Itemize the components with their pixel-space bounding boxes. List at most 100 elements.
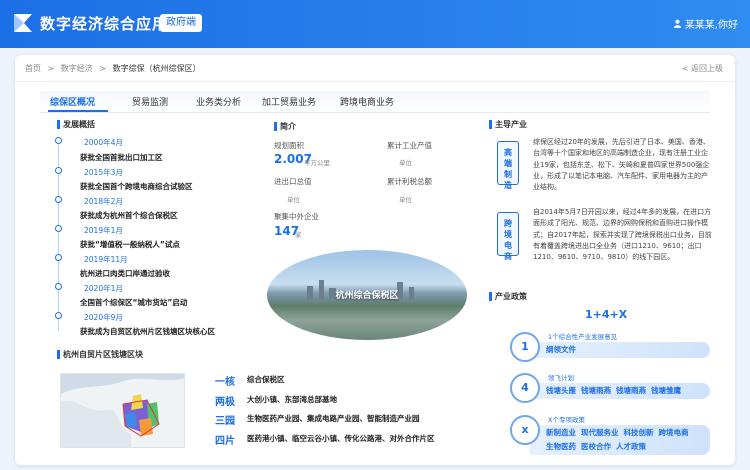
tab-cross-border-ecommerce[interactable]: 跨境电商业务 xyxy=(340,95,394,108)
policy-items: 生物医药 医校合作 人才政策 xyxy=(546,441,651,452)
breadcrumb-digital-economy[interactable]: 数字经济 xyxy=(61,64,93,73)
policy-item[interactable]: 医校合作 xyxy=(581,442,611,451)
policy-subtitle: X个专项政策 xyxy=(548,416,585,424)
divider xyxy=(15,81,735,82)
breadcrumb-separator: > xyxy=(47,64,55,73)
industry-badge-ecommerce: 跨境电商 xyxy=(497,212,519,261)
tab-business-analysis[interactable]: 业务类分析 xyxy=(196,95,241,108)
timeline-text: 杭州进口肉类口岸通过验收 xyxy=(80,269,170,278)
map-graphic xyxy=(61,374,184,447)
tab-trade-monitoring[interactable]: 贸易监测 xyxy=(132,95,168,108)
user-greeting[interactable]: 某某某,你好 xyxy=(673,16,738,31)
layout-key: 三园 xyxy=(215,416,235,427)
timeline-dot xyxy=(55,312,62,319)
stat-label-import-export: 进出口总值 xyxy=(274,177,312,186)
stat-unit-enterprises: 家 xyxy=(295,231,302,239)
timeline-dot xyxy=(55,254,62,261)
policy-item[interactable]: 现代服务业 xyxy=(581,428,619,437)
tab-active-indicator xyxy=(48,110,108,112)
layout-key: 四片 xyxy=(215,436,235,447)
industry-badge-manufacturing: 高端制造 xyxy=(497,141,519,190)
stat-unit-import-export: 单位 xyxy=(287,196,300,204)
tab-bar: 综保区概况 贸易监测 业务类分析 加工贸易业务 跨境电商业务 xyxy=(40,91,710,113)
timeline-text: 获批成为杭州首个综合保税区 xyxy=(80,211,178,220)
timeline-dot xyxy=(55,283,62,290)
policy-item[interactable]: 钱塘头雁 xyxy=(546,386,576,395)
breadcrumb-current: 数字综保（杭州综保区） xyxy=(112,64,201,73)
user-name: 某某某,你好 xyxy=(684,20,738,31)
stat-unit-industrial-output: 单位 xyxy=(399,159,412,167)
back-button[interactable]: < 返回上级 xyxy=(682,63,723,74)
zone-aerial-photo: 杭州综合保税区 xyxy=(267,250,467,340)
policy-item[interactable]: 新制造业 xyxy=(546,428,576,437)
development-title: 发展概括 xyxy=(57,120,95,129)
policy-item[interactable]: 生物医药 xyxy=(546,442,576,451)
policy-symbol: x xyxy=(510,415,540,445)
timeline-text: 获批全国首个跨境电商综合试验区 xyxy=(80,182,193,191)
intro-title: 简介 xyxy=(274,122,296,131)
stat-unit-area: 平方公里 xyxy=(304,159,330,167)
policy-row: 4 领飞计划 钱塘头雁 钱塘雨燕 钱塘雨燕 钱塘雏鹰 xyxy=(510,373,710,413)
policy-item[interactable]: 人才政策 xyxy=(616,442,646,451)
timeline-text: 获批“增值税一般纳税人”试点 xyxy=(80,240,180,249)
stat-label-area: 规划面积 xyxy=(274,141,304,150)
policy-symbol: 4 xyxy=(510,373,540,403)
policy-item[interactable]: 科技创新 xyxy=(624,428,654,437)
breadcrumb: 首页 > 数字经济 > 数字综保（杭州综保区） xyxy=(25,63,205,74)
policy-items: 新制造业 现代服务业 科技创新 跨境电商 xyxy=(546,427,694,438)
timeline-text: 获批全国首批出口加工区 xyxy=(80,153,163,162)
layout-value: 大创小镇、东部湾总部基地 xyxy=(247,395,337,404)
timeline-date: 2000年4月 xyxy=(84,138,123,147)
layout-key: 一核 xyxy=(215,377,235,388)
photo-caption: 杭州综合保税区 xyxy=(335,291,399,301)
policy-item[interactable]: 钱塘雏鹰 xyxy=(651,386,681,395)
timeline-date: 2020年1月 xyxy=(84,284,123,293)
tab-processing-trade[interactable]: 加工贸易业务 xyxy=(262,95,316,108)
policy-headline: 1+4+X xyxy=(585,308,628,321)
timeline-date: 2015年3月 xyxy=(84,168,123,177)
layout-key: 两极 xyxy=(215,397,235,408)
industry-title: 主导产业 xyxy=(489,120,527,129)
main-panel: 首页 > 数字经济 > 数字综保（杭州综保区） < 返回上级 综保区概况 贸易监… xyxy=(15,55,735,465)
breadcrumb-separator: > xyxy=(99,64,107,73)
policy-item[interactable]: 钱塘雨燕 xyxy=(581,386,611,395)
block-title: 杭州自贸片区钱塘区块 xyxy=(57,350,143,359)
timeline-dot xyxy=(55,167,62,174)
gov-badge[interactable]: 政府端 xyxy=(160,14,202,32)
timeline-date: 2019年1月 xyxy=(84,226,123,235)
policy-item[interactable]: 钱塘雨燕 xyxy=(616,386,646,395)
user-icon xyxy=(673,19,681,28)
timeline-dot xyxy=(55,225,62,232)
stat-label-industrial-output: 累计工业产值 xyxy=(387,141,432,150)
industry-text-manufacturing: 综保区经过20年的发展，先后引进了日本、美国、香港、台湾等十个国家和地区的高端制… xyxy=(533,138,710,192)
policy-title: 产业政策 xyxy=(489,292,527,301)
policy-row: 1 1个综合性产业发展意见 纲领文件 xyxy=(510,332,710,372)
layout-value: 医药港小镇、临空云谷小镇、传化公路港、对外合作片区 xyxy=(247,434,435,443)
stat-unit-tax-total: 单位 xyxy=(399,196,412,204)
policy-items: 钱塘头雁 钱塘雨燕 钱塘雨燕 钱塘雏鹰 xyxy=(546,385,686,396)
block-map[interactable] xyxy=(60,373,185,448)
industry-text-ecommerce: 自2014年5月7日开园以来，经过4年多的发展，在进口方面形成了阳光、规范、边界… xyxy=(533,208,712,262)
timeline-dot xyxy=(55,137,62,144)
timeline-date: 2019年11月 xyxy=(84,255,128,264)
timeline-text: 全国首个综保区“城市货站”启动 xyxy=(80,298,188,307)
policy-items: 纲领文件 xyxy=(546,344,581,355)
stat-label-enterprises: 聚集中外企业 xyxy=(274,212,319,221)
timeline-date: 2018年2月 xyxy=(84,197,123,206)
top-bar: 数字经济综合应用 政府端 某某某,你好 xyxy=(0,0,750,48)
policy-row: x X个专项政策 新制造业 现代服务业 科技创新 跨境电商 生物医药 医校合作 人才政策 xyxy=(510,415,710,455)
policy-item[interactable]: 纲领文件 xyxy=(546,345,576,354)
policy-subtitle: 1个综合性产业发展意见 xyxy=(548,333,618,341)
stat-label-tax-total: 累计利税总额 xyxy=(387,177,432,186)
policy-subtitle: 领飞计划 xyxy=(548,374,574,382)
breadcrumb-home[interactable]: 首页 xyxy=(25,64,41,73)
policy-item[interactable]: 跨境电商 xyxy=(659,428,689,437)
app-logo-icon[interactable] xyxy=(12,12,34,34)
timeline-date: 2020年9月 xyxy=(84,313,123,322)
layout-value: 综合保税区 xyxy=(247,375,285,384)
timeline-dot xyxy=(55,196,62,203)
layout-value: 生物医药产业园、集成电路产业园、智能制造产业园 xyxy=(247,414,420,423)
policy-symbol: 1 xyxy=(510,332,540,362)
tab-overview[interactable]: 综保区概况 xyxy=(50,95,95,108)
app-title: 数字经济综合应用 xyxy=(40,15,169,33)
